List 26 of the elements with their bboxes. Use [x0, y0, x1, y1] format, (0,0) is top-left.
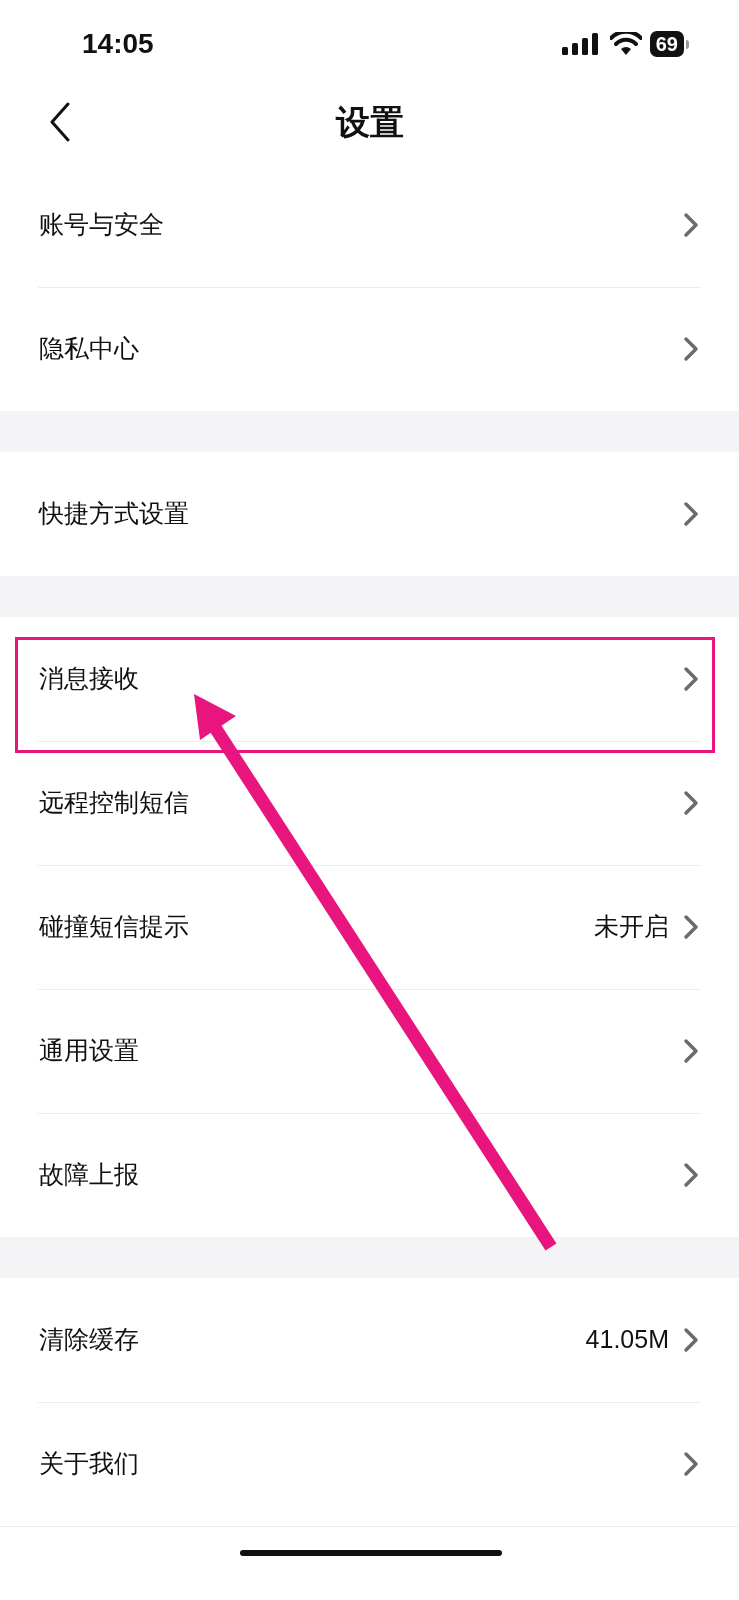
- row-label: 清除缓存: [39, 1324, 139, 1356]
- row-label: 消息接收: [39, 663, 139, 695]
- row-value: 41.05M: [585, 1324, 669, 1356]
- chevron-right-icon: [683, 1038, 699, 1064]
- battery-indicator: 69: [649, 31, 689, 57]
- row-label: 关于我们: [39, 1448, 139, 1480]
- row-label: 故障上报: [39, 1159, 139, 1191]
- wifi-icon: [609, 32, 642, 56]
- row-label: 远程控制短信: [39, 787, 189, 819]
- row-value: 未开启: [594, 911, 669, 943]
- chevron-right-icon: [683, 212, 699, 238]
- chevron-right-icon: [683, 1327, 699, 1353]
- chevron-right-icon: [683, 666, 699, 692]
- row-label: 账号与安全: [39, 209, 164, 241]
- chevron-right-icon: [683, 501, 699, 527]
- page-title: 设置: [335, 102, 404, 143]
- chevron-right-icon: [683, 1451, 699, 1477]
- chevron-right-icon: [683, 1162, 699, 1188]
- chevron-right-icon: [683, 914, 699, 940]
- row-label: 碰撞短信提示: [39, 911, 189, 943]
- row-label: 隐私中心: [39, 333, 139, 365]
- chevron-right-icon: [683, 790, 699, 816]
- row-label: 通用设置: [39, 1035, 139, 1067]
- row-label: 快捷方式设置: [39, 498, 189, 530]
- status-time: 14:05: [82, 27, 154, 61]
- chevron-right-icon: [683, 336, 699, 362]
